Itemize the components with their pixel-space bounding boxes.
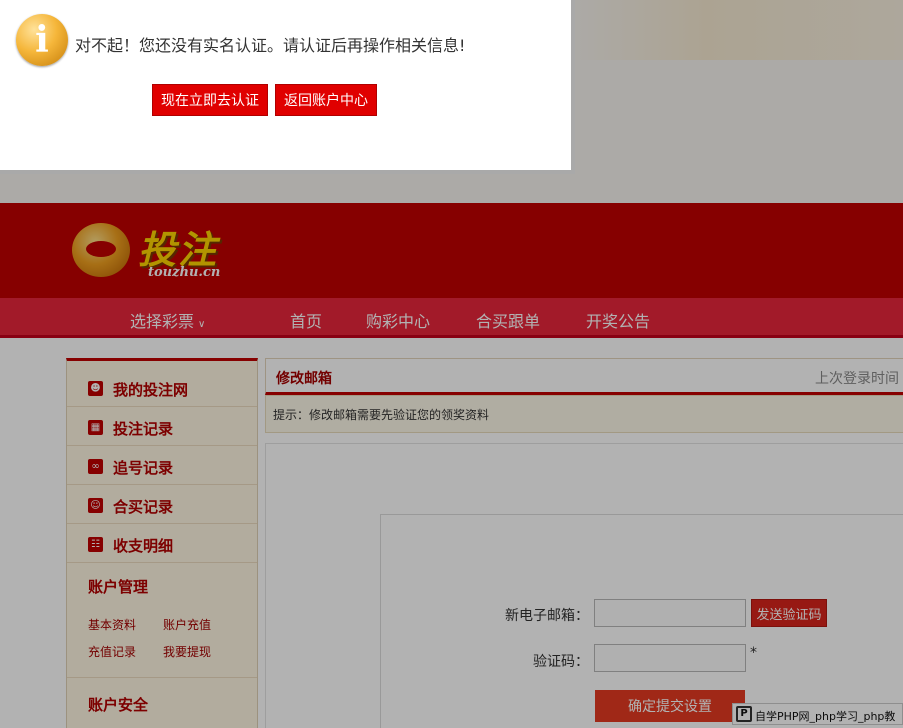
verification-dialog: i 对不起！您还没有实名认证。请认证后再操作相关信息! 现在立即去认证 返回账户… [0, 0, 575, 174]
verify-now-button[interactable]: 现在立即去认证 [152, 84, 268, 116]
back-to-account-button[interactable]: 返回账户中心 [275, 84, 377, 116]
info-icon: i [16, 14, 68, 66]
dialog-message: 对不起！您还没有实名认证。请认证后再操作相关信息! [75, 36, 466, 55]
